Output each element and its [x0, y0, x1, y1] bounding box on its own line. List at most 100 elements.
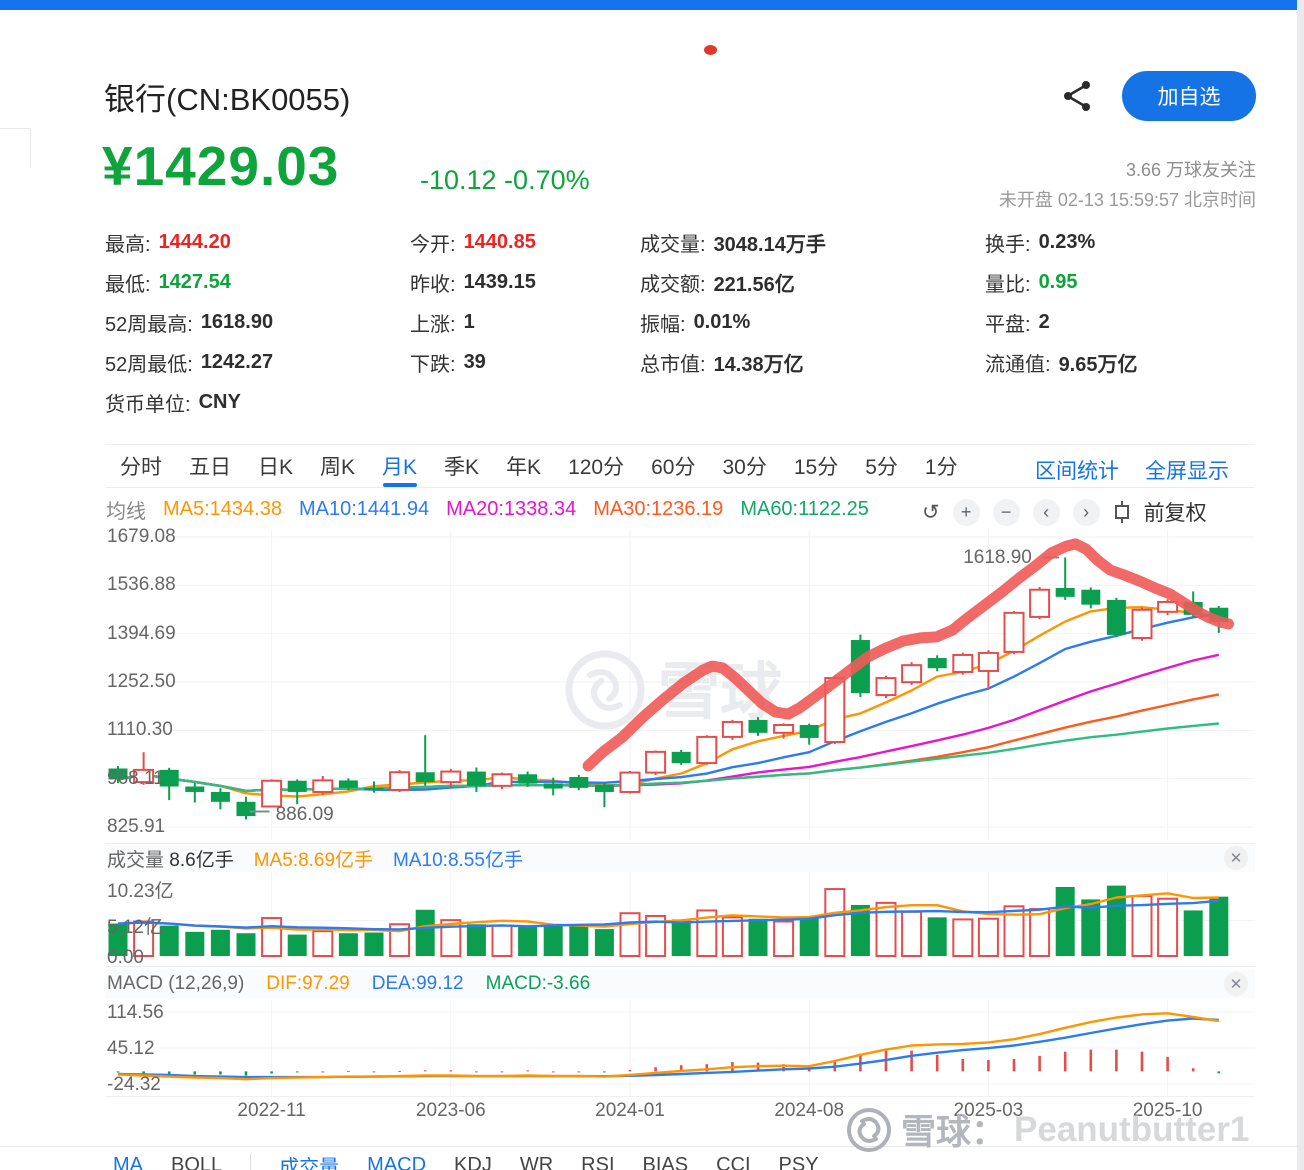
indicator-tab-MACD[interactable]: MACD [367, 1154, 426, 1170]
price-y-tick: 1536.88 [107, 574, 176, 596]
link-区间统计[interactable]: 区间统计 [1035, 455, 1119, 485]
stat-item: 货币单位: CNY [105, 382, 273, 422]
stat-item: 下跌: 39 [410, 342, 536, 382]
volume-label: 成交量 [107, 850, 165, 871]
zoom-out-icon[interactable]: − [992, 498, 1020, 526]
tab-1分[interactable]: 1分 [925, 445, 958, 487]
x-axis-tick: 2025-03 [953, 1100, 1024, 1121]
macd-legend-item: DEA:99.12 [371, 973, 464, 994]
stat-item: 52周最高: 1618.90 [105, 302, 273, 342]
stat-label: 量比: [985, 273, 1031, 296]
current-price: ¥1429.03 [102, 135, 340, 197]
stat-value: 1444.20 [158, 230, 231, 253]
macd-y-tick: -24.32 [107, 1074, 161, 1095]
divider [105, 843, 1255, 844]
stat-value: 0.95 [1038, 270, 1078, 293]
stat-value: 14.38万亿 [713, 353, 804, 376]
close-volume-icon[interactable]: ✕ [1224, 846, 1248, 870]
indicator-tab-成交量[interactable]: 成交量 [279, 1151, 339, 1170]
indicator-tab-BOLL[interactable]: BOLL [171, 1154, 222, 1170]
tab-30分[interactable]: 30分 [722, 445, 766, 487]
stat-label: 成交额: [640, 273, 706, 296]
volume-y-tick: 5.12亿 [107, 916, 163, 938]
indicator-tab-KDJ[interactable]: KDJ [454, 1154, 492, 1170]
tab-周K[interactable]: 周K [320, 445, 355, 487]
stat-item: 总市值: 14.38万亿 [640, 342, 826, 382]
tab-120分[interactable]: 120分 [568, 445, 624, 487]
indicator-tab-WR[interactable]: WR [520, 1154, 553, 1170]
add-watchlist-button[interactable]: 加自选 [1122, 71, 1256, 121]
macd-legend-item: MACD:-3.66 [485, 973, 591, 994]
stat-value: 39 [463, 350, 486, 373]
indicator-tab-RSI[interactable]: RSI [581, 1154, 614, 1170]
volume-chart[interactable] [105, 872, 1255, 958]
tab-月K[interactable]: 月K [382, 445, 417, 487]
pan-right-icon[interactable]: › [1072, 498, 1100, 526]
volume-header: 成交量 8.6亿手 MA5:8.69亿手 MA10:8.55亿手 [105, 845, 1255, 872]
price-candlestick-chart[interactable]: 雪球 [105, 530, 1255, 840]
macd-chart[interactable] [105, 1000, 1255, 1096]
indicator-tab-PSY[interactable]: PSY [779, 1154, 819, 1170]
x-axis-tick: 2023-06 [415, 1100, 486, 1121]
volume-value: 8.6亿手 [169, 850, 234, 871]
indicator-tab-BIAS[interactable]: BIAS [643, 1154, 689, 1170]
divider [105, 1096, 1255, 1097]
stats-column-1: 最高: 1444.20 最低: 1427.54 52周最高: 1618.90 52周最低: 1… [105, 222, 273, 422]
stat-label: 52周最低: [105, 353, 193, 376]
undo-icon[interactable]: ↺ [922, 500, 940, 525]
stat-item: 今开: 1440.85 [410, 222, 536, 262]
tab-分时[interactable]: 分时 [120, 445, 162, 487]
zoom-in-icon[interactable]: + [952, 498, 980, 526]
top-progress-bar [0, 0, 1297, 10]
left-panel-edge-v [30, 128, 31, 168]
candle-style-icon[interactable] [1113, 500, 1131, 524]
tab-15分[interactable]: 15分 [794, 445, 838, 487]
tab-60分[interactable]: 60分 [651, 445, 695, 487]
stats-column-2: 今开: 1440.85 昨收: 1439.15 上涨: 1 下跌: 39 [410, 222, 536, 382]
stat-label: 今开: [410, 233, 456, 256]
indicator-tab-CCI[interactable]: CCI [716, 1154, 750, 1170]
stock-page: 银行(CN:BK0055) ¥1429.03 -10.12 -0.70% 加自选… [0, 0, 1304, 1170]
stat-item: 成交量: 3048.14万手 [640, 222, 826, 262]
right-edge-strip [1297, 0, 1304, 1170]
close-macd-icon[interactable]: ✕ [1224, 972, 1248, 996]
tab-年K[interactable]: 年K [506, 445, 541, 487]
tab-五日[interactable]: 五日 [189, 445, 231, 487]
stat-label: 最高: [105, 233, 151, 256]
divider [0, 1146, 1304, 1147]
price-y-tick: 968.11 [107, 767, 164, 789]
stats-column-3: 成交量: 3048.14万手 成交额: 221.56亿 振幅: 0.01% 总市值: 14.3… [640, 222, 826, 382]
ma-legend-item: MA10:1441.94 [298, 498, 430, 520]
market-status: 未开盘 02-13 15:59:57 北京时间 [998, 190, 1256, 210]
stat-value: 1440.85 [463, 230, 536, 253]
stat-item: 振幅: 0.01% [640, 302, 826, 342]
adjust-mode-label[interactable]: 前复权 [1144, 497, 1207, 527]
stat-value: 1439.15 [463, 270, 536, 293]
link-全屏显示[interactable]: 全屏显示 [1145, 455, 1229, 485]
share-icon[interactable] [1060, 78, 1096, 114]
tab-日K[interactable]: 日K [258, 445, 293, 487]
macd-header: MACD (12,26,9) DIF:97.29 DEA:99.12 MACD:-3… [105, 970, 1255, 998]
volume-y-tick: 10.23亿 [107, 881, 174, 903]
tab-季K[interactable]: 季K [444, 445, 479, 487]
stat-value: 9.65万亿 [1058, 353, 1138, 376]
stat-item: 52周最低: 1242.27 [105, 342, 273, 382]
tab-5分[interactable]: 5分 [865, 445, 898, 487]
stat-item: 换手: 0.23% [985, 222, 1138, 262]
stat-item: 量比: 0.95 [985, 262, 1138, 302]
stat-label: 下跌: [410, 353, 456, 376]
stat-label: 货币单位: [105, 393, 191, 416]
price-y-tick: 1394.69 [107, 622, 176, 644]
stat-value: 0.01% [693, 310, 751, 333]
divider [105, 966, 1255, 967]
price-change: -10.12 -0.70% [420, 165, 590, 195]
stat-item: 上涨: 1 [410, 302, 536, 342]
high-price-annotation: 1618.90 [963, 547, 1032, 569]
stat-item: 流通值: 9.65万亿 [985, 342, 1138, 382]
left-panel-edge [0, 128, 30, 129]
stat-label: 最低: [105, 273, 151, 296]
volume-ma-item: MA5:8.69亿手 [253, 850, 374, 871]
indicator-tab-MA[interactable]: MA [113, 1154, 143, 1170]
chart-controls: ↺ + − ‹ › 前复权 [922, 497, 1207, 527]
pan-left-icon[interactable]: ‹ [1032, 498, 1060, 526]
